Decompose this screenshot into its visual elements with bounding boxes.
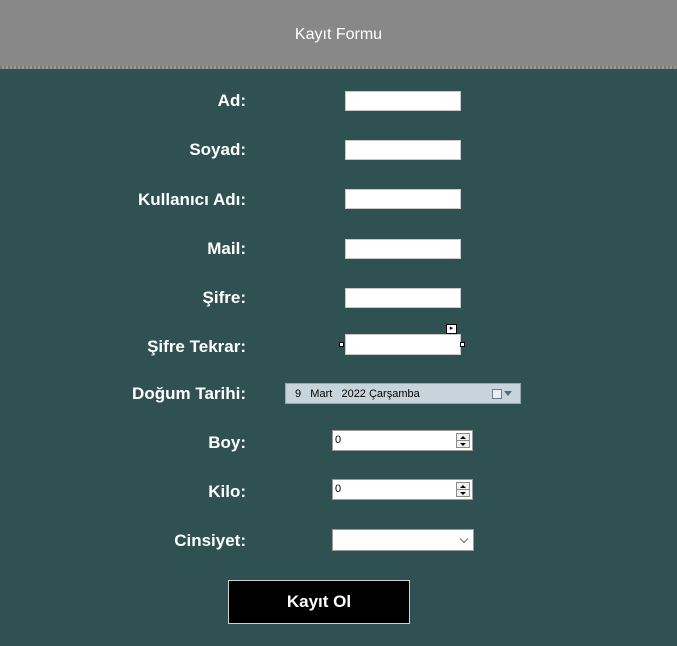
- sifre-tekrar-input[interactable]: [345, 334, 461, 355]
- boy-spin-buttons[interactable]: [456, 433, 470, 448]
- boy-decrement-button[interactable]: [457, 441, 469, 447]
- smart-tag-icon[interactable]: ▸: [446, 324, 457, 334]
- boy-value: 0: [335, 434, 342, 446]
- arrow-up-icon: [460, 484, 466, 488]
- resize-handle-right[interactable]: [460, 342, 465, 347]
- mail-input[interactable]: [345, 239, 461, 259]
- chevron-down-icon: [459, 534, 468, 543]
- label-kullanici-adi: Kullanıcı Adı:: [138, 190, 246, 209]
- calendar-icon: [492, 388, 502, 399]
- kullanici-adi-input[interactable]: [345, 189, 461, 209]
- boy-increment-button[interactable]: [457, 434, 469, 441]
- label-sifre-tekrar: Şifre Tekrar:: [147, 337, 246, 356]
- ad-input[interactable]: [345, 91, 461, 111]
- label-kilo: Kilo:: [208, 482, 246, 501]
- label-boy: Boy:: [208, 433, 246, 452]
- chevron-down-icon: [504, 391, 512, 396]
- boy-stepper[interactable]: 0: [332, 430, 473, 451]
- label-sifre: Şifre:: [202, 288, 246, 307]
- kilo-increment-button[interactable]: [457, 483, 469, 490]
- kilo-stepper[interactable]: 0: [332, 479, 473, 500]
- kilo-value: 0: [335, 483, 342, 495]
- kayit-ol-button[interactable]: Kayıt Ol: [228, 580, 410, 624]
- cinsiyet-select[interactable]: [332, 529, 474, 551]
- kilo-decrement-button[interactable]: [457, 490, 469, 496]
- arrow-down-icon: [460, 442, 466, 446]
- label-dogum-tarihi: Doğum Tarihi:: [132, 384, 246, 403]
- label-soyad: Soyad:: [189, 140, 246, 159]
- dogum-tarihi-picker[interactable]: 9 Mart 2022 Çarşamba: [285, 383, 521, 404]
- arrow-up-icon: [460, 435, 466, 439]
- date-value: 9 Mart 2022 Çarşamba: [295, 387, 420, 400]
- arrow-down-icon: [460, 491, 466, 495]
- form-title-bar: Kayıt Formu: [0, 0, 677, 69]
- sifre-input[interactable]: [345, 288, 461, 308]
- soyad-input[interactable]: [345, 140, 461, 160]
- label-mail: Mail:: [207, 239, 246, 258]
- cinsiyet-dropdown-button[interactable]: [455, 531, 472, 549]
- kilo-spin-buttons[interactable]: [456, 482, 470, 497]
- form-title: Kayıt Formu: [294, 25, 383, 43]
- date-dropdown-button[interactable]: [492, 387, 516, 400]
- resize-handle-left[interactable]: [339, 342, 344, 347]
- label-ad: Ad:: [217, 91, 246, 110]
- label-cinsiyet: Cinsiyet:: [174, 531, 246, 550]
